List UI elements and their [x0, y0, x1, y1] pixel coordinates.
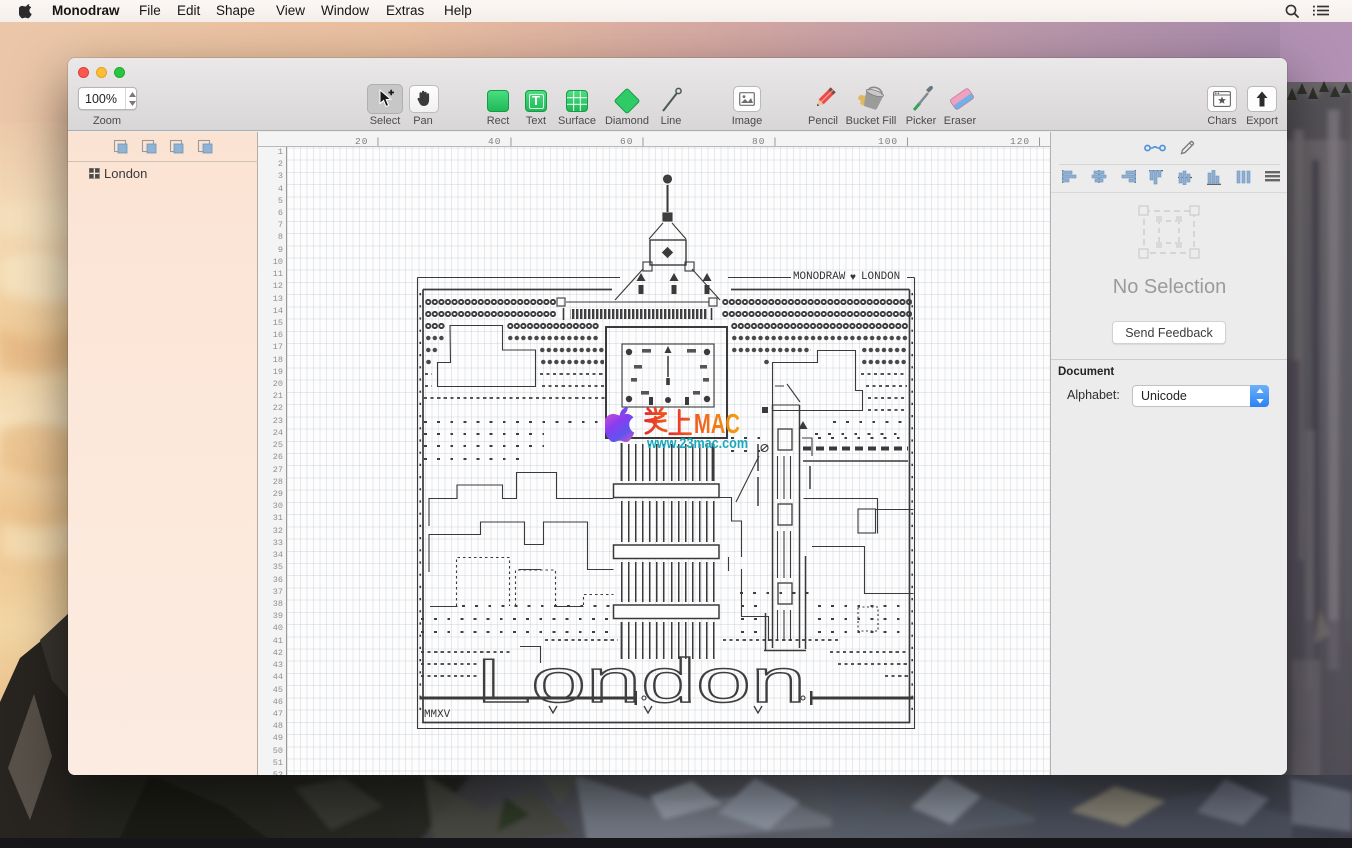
svg-text:London: London: [476, 647, 806, 716]
